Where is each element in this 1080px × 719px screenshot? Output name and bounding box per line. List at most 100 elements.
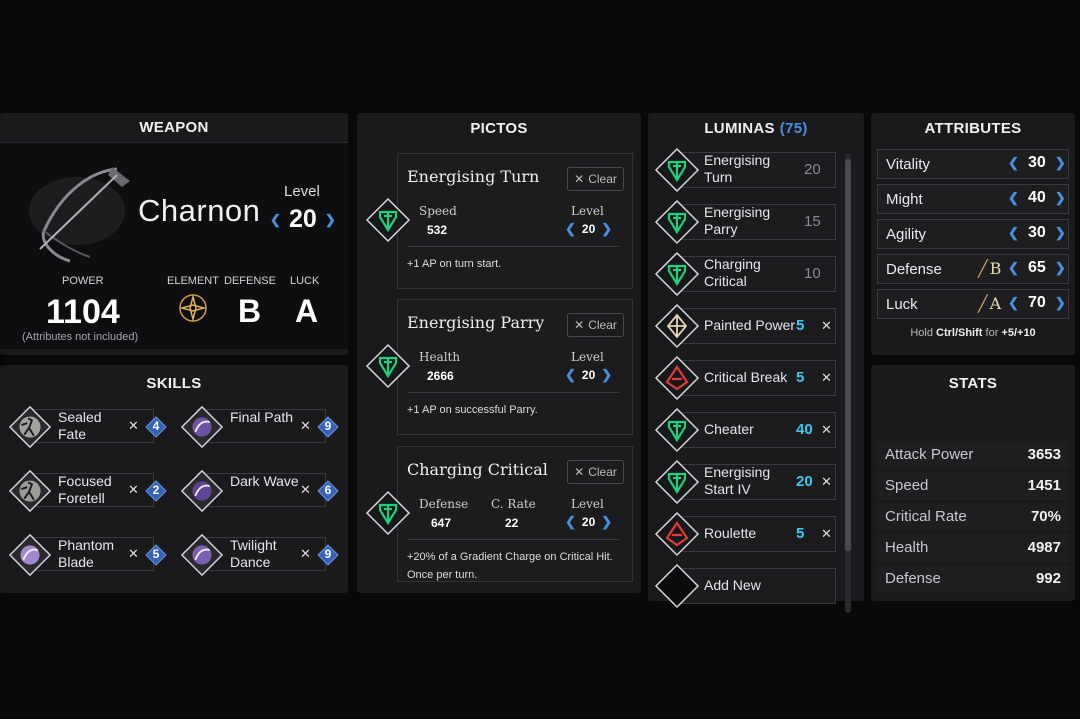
attribute-increase-button[interactable]: ❯ (1055, 225, 1066, 241)
attribute-decrease-button[interactable]: ❮ (1008, 295, 1019, 311)
attribute-grade-value: B (989, 259, 1002, 278)
pictos-panel: PICTOS Energising Turn ✕ Clear Speed 532 Leve… (357, 113, 641, 593)
lumina-slot[interactable]: Add New (654, 563, 840, 609)
attribute-decrease-button[interactable]: ❮ (1008, 155, 1019, 171)
skill-slot[interactable]: Phantom Blade ✕ 5 (8, 533, 172, 577)
luminas-count: (75) (779, 119, 808, 137)
lumina-slot[interactable]: Critical Break 5 ✕ (654, 355, 840, 401)
picto-level-increase[interactable]: ❯ (601, 367, 612, 383)
hint-prefix: Hold (910, 327, 933, 339)
sword-icon: ╱ (978, 294, 988, 313)
picto-stat-value: 2666 (427, 369, 454, 383)
attribute-decrease-button[interactable]: ❮ (1008, 260, 1019, 276)
remove-skill-button[interactable]: ✕ (300, 482, 311, 498)
clear-picto-button[interactable]: ✕ Clear (567, 460, 624, 484)
remove-lumina-button[interactable]: ✕ (821, 370, 832, 386)
picto-stat2-value: 22 (505, 516, 519, 530)
remove-skill-button[interactable]: ✕ (300, 418, 311, 434)
remove-lumina-button[interactable]: ✕ (821, 422, 832, 438)
picto-level-stepper: ❮ 20 ❯ (565, 367, 612, 383)
attribute-increase-button[interactable]: ❯ (1055, 295, 1066, 311)
skill-cost-value: 4 (152, 419, 160, 433)
remove-skill-button[interactable]: ✕ (128, 482, 139, 498)
picto-name: Charging Critical (407, 460, 548, 479)
picto-level-stepper: ❮ 20 ❯ (565, 514, 612, 530)
clear-label: Clear (588, 172, 617, 186)
skill-slot[interactable]: Twilight Dance ✕ 9 (180, 533, 344, 577)
level-decrease-button[interactable]: ❮ (270, 212, 281, 228)
lumina-slot[interactable]: Roulette 5 ✕ (654, 511, 840, 557)
attribute-increase-button[interactable]: ❯ (1055, 155, 1066, 171)
picto-level-value: 20 (581, 515, 596, 529)
picto-level-increase[interactable]: ❯ (601, 221, 612, 237)
clear-picto-button[interactable]: ✕ Clear (567, 167, 624, 191)
picto-stat2-label: C. Rate (491, 497, 536, 511)
remove-lumina-button[interactable]: ✕ (821, 526, 832, 542)
picto-level-decrease[interactable]: ❮ (565, 367, 576, 383)
attribute-decrease-button[interactable]: ❮ (1008, 190, 1019, 206)
lumina-icon (654, 407, 700, 453)
skill-name: Final Path (230, 409, 294, 425)
lumina-slot[interactable]: Energising Parry 15 (654, 199, 840, 245)
lumina-cost: 5 (796, 525, 805, 542)
attribute-stepper: ❮ 40 ❯ (1008, 189, 1066, 207)
power-note: (Attributes not included) (22, 331, 139, 343)
attribute-value: 70 (1028, 294, 1046, 311)
skill-slot[interactable]: Final Path ✕ 9 (180, 405, 344, 449)
picto-stat-label: Speed (419, 204, 457, 218)
attribute-increase-button[interactable]: ❯ (1055, 190, 1066, 206)
luminas-scrollbar[interactable] (845, 153, 851, 613)
lumina-slot[interactable]: Energising Start IV 20 ✕ (654, 459, 840, 505)
picto-level-increase[interactable]: ❯ (601, 514, 612, 530)
picto-level-decrease[interactable]: ❮ (565, 514, 576, 530)
element-icon (179, 294, 207, 322)
stat-name: Attack Power (885, 446, 974, 463)
skill-icon (180, 533, 224, 577)
skill-cost-value: 2 (152, 483, 160, 497)
skill-cost: 9 (317, 416, 339, 438)
attribute-grade: ╱ B (978, 259, 1001, 278)
remove-skill-button[interactable]: ✕ (128, 418, 139, 434)
lumina-icon (654, 511, 700, 557)
skill-slot[interactable]: Dark Wave ✕ 6 (180, 469, 344, 513)
lumina-slot[interactable]: Cheater 40 ✕ (654, 407, 840, 453)
attribute-row: Vitality ❮ 30 ❯ (877, 149, 1069, 179)
skill-slot[interactable]: Sealed Fate ✕ 4 (8, 405, 172, 449)
lumina-slot[interactable]: Energising Turn 20 (654, 147, 840, 193)
skill-name: Phantom Blade (58, 537, 115, 570)
skill-cost: 4 (145, 416, 167, 438)
skill-name: Focused Foretell (58, 473, 112, 506)
lumina-slot[interactable]: Charging Critical 10 (654, 251, 840, 297)
remove-skill-button[interactable]: ✕ (128, 546, 139, 562)
luminas-panel: LUMINAS (75) Energising Turn 20 Energising… (648, 113, 864, 613)
stat-row: Critical Rate 70% (877, 503, 1069, 531)
remove-lumina-button[interactable]: ✕ (821, 474, 832, 490)
attribute-value: 30 (1028, 224, 1046, 241)
skill-slot[interactable]: Focused Foretell ✕ 2 (8, 469, 172, 513)
stat-row: Attack Power 3653 (877, 441, 1069, 469)
clear-picto-button[interactable]: ✕ Clear (567, 313, 624, 337)
remove-skill-button[interactable]: ✕ (300, 546, 311, 562)
luminas-header: LUMINAS (75) (648, 113, 864, 143)
picto-level-label: Level (571, 497, 604, 511)
picto-stat-label: Health (419, 350, 461, 364)
lumina-cost: 10 (804, 265, 821, 282)
attribute-stepper: ❮ 70 ❯ (1008, 294, 1066, 312)
lumina-cost: 15 (804, 213, 821, 230)
stat-value: 70% (1030, 508, 1061, 525)
picto-stat-label: Defense (419, 497, 469, 511)
attribute-increase-button[interactable]: ❯ (1055, 260, 1066, 276)
element-label: ELEMENT (167, 275, 219, 287)
level-increase-button[interactable]: ❯ (325, 212, 336, 228)
defense-label: DEFENSE (224, 275, 276, 287)
luminas-scroll-thumb[interactable] (845, 159, 851, 551)
attribute-decrease-button[interactable]: ❮ (1008, 225, 1019, 241)
skill-name: Twilight Dance (230, 537, 277, 570)
attribute-row: Defense ╱ B ❮ 65 ❯ (877, 254, 1069, 284)
attribute-value: 40 (1028, 189, 1046, 206)
picto-level-decrease[interactable]: ❮ (565, 221, 576, 237)
skill-cost: 2 (145, 480, 167, 502)
remove-lumina-button[interactable]: ✕ (821, 318, 832, 334)
lumina-slot[interactable]: Painted Power 5 ✕ (654, 303, 840, 349)
attribute-row: Might ❮ 40 ❯ (877, 184, 1069, 214)
